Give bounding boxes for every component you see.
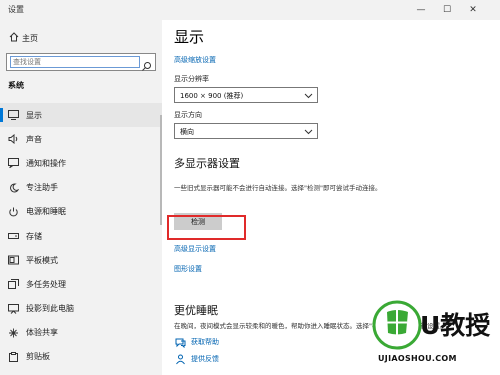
sidebar-item-label: 剪贴板	[26, 352, 50, 362]
sidebar-item-label: 平板模式	[26, 255, 58, 265]
resolution-select[interactable]: 1600 × 900 (推荐)	[174, 87, 318, 103]
nav-home[interactable]: 主页	[6, 29, 156, 47]
minimize-button[interactable]: —	[408, 0, 434, 20]
sidebar-item-sound[interactable]: 声音	[0, 127, 162, 151]
notification-icon	[6, 156, 20, 170]
advanced-scaling-link[interactable]: 高级缩放设置	[174, 55, 216, 65]
home-icon	[6, 31, 22, 45]
sidebar-item-label: 投影到此电脑	[26, 304, 74, 314]
projection-icon	[6, 302, 20, 316]
sidebar-item-clipboard[interactable]: 剪贴板	[0, 345, 162, 369]
feedback-link[interactable]: 提供反馈	[191, 354, 219, 364]
sleep-heading: 更优睡眠	[174, 304, 218, 317]
page-title: 显示	[174, 28, 205, 46]
sidebar-item-label: 存储	[26, 231, 42, 241]
nav-home-label: 主页	[22, 33, 38, 43]
feedback-icon	[174, 353, 186, 365]
moon-icon	[6, 181, 20, 195]
maximize-button[interactable]: ☐	[434, 0, 460, 20]
watermark: U教授 UJIAOSHOU.COM	[372, 300, 496, 372]
clipboard-icon	[6, 350, 20, 364]
sidebar-item-storage[interactable]: 存储	[0, 224, 162, 248]
sidebar-item-focus-assist[interactable]: 专注助手	[0, 176, 162, 200]
sidebar-item-projection[interactable]: 投影到此电脑	[0, 297, 162, 321]
multi-display-heading: 多显示器设置	[174, 157, 240, 170]
highlight-box	[167, 215, 246, 240]
sidebar-item-label: 专注助手	[26, 183, 58, 193]
sidebar-item-tablet-mode[interactable]: 平板模式	[0, 248, 162, 272]
advanced-display-settings-link[interactable]: 高级显示设置	[174, 244, 216, 254]
sidebar-item-label: 多任务处理	[26, 279, 66, 289]
get-help-link[interactable]: 获取帮助	[191, 337, 219, 347]
chevron-down-icon	[304, 91, 313, 100]
tablet-icon	[6, 253, 20, 267]
sidebar-item-notifications[interactable]: 通知和操作	[0, 151, 162, 175]
resolution-value: 1600 × 900 (推荐)	[180, 92, 244, 100]
monitor-icon	[6, 108, 20, 122]
resolution-label: 显示分辨率	[174, 75, 209, 83]
feedback-row[interactable]: 提供反馈	[174, 353, 219, 365]
search-icon[interactable]	[141, 57, 152, 71]
sidebar-item-shared-experiences[interactable]: 体验共享	[0, 321, 162, 345]
sidebar-item-power-sleep[interactable]: 电源和睡眠	[0, 200, 162, 224]
get-help-row[interactable]: 获取帮助	[174, 336, 219, 348]
orientation-label: 显示方向	[174, 111, 202, 119]
orientation-value: 横向	[180, 128, 194, 136]
sidebar-item-label: 体验共享	[26, 328, 58, 338]
help-icon	[174, 336, 186, 348]
orientation-select[interactable]: 横向	[174, 123, 318, 139]
multi-display-description: 一些旧式显示器可能不会进行自动连接。选择"检测"即可尝试手动连接。	[174, 184, 382, 192]
sidebar-item-multitasking[interactable]: 多任务处理	[0, 272, 162, 296]
sidebar: 主页 系统 显示 声音 通知和操作	[0, 20, 162, 375]
section-label-system: 系统	[8, 81, 24, 90]
multitask-icon	[6, 277, 20, 291]
graphics-settings-link[interactable]: 图形设置	[174, 264, 202, 274]
storage-icon	[6, 229, 20, 243]
sidebar-item-label: 电源和睡眠	[26, 207, 66, 217]
title-bar: 设置 — ☐ ✕	[0, 0, 500, 20]
watermark-url: UJIAOSHOU.COM	[378, 354, 457, 363]
sidebar-item-label: 显示	[26, 110, 42, 120]
watermark-brand: U教授	[420, 311, 491, 340]
sidebar-item-display[interactable]: 显示	[0, 103, 162, 128]
sidebar-item-label: 声音	[26, 134, 42, 144]
sidebar-item-label: 通知和操作	[26, 158, 66, 168]
speaker-icon	[6, 132, 20, 146]
search-input[interactable]	[10, 56, 140, 68]
power-icon	[6, 205, 20, 219]
share-icon	[6, 326, 20, 340]
close-button[interactable]: ✕	[460, 0, 486, 20]
nav-list: 显示 声音 通知和操作 专注助手 电源和睡眠 存储 平板模式 多任务处理 投影到…	[0, 103, 162, 369]
watermark-logo	[372, 300, 422, 350]
chevron-down-icon	[304, 127, 313, 136]
window-title: 设置	[8, 5, 24, 14]
search-box[interactable]	[6, 53, 156, 71]
